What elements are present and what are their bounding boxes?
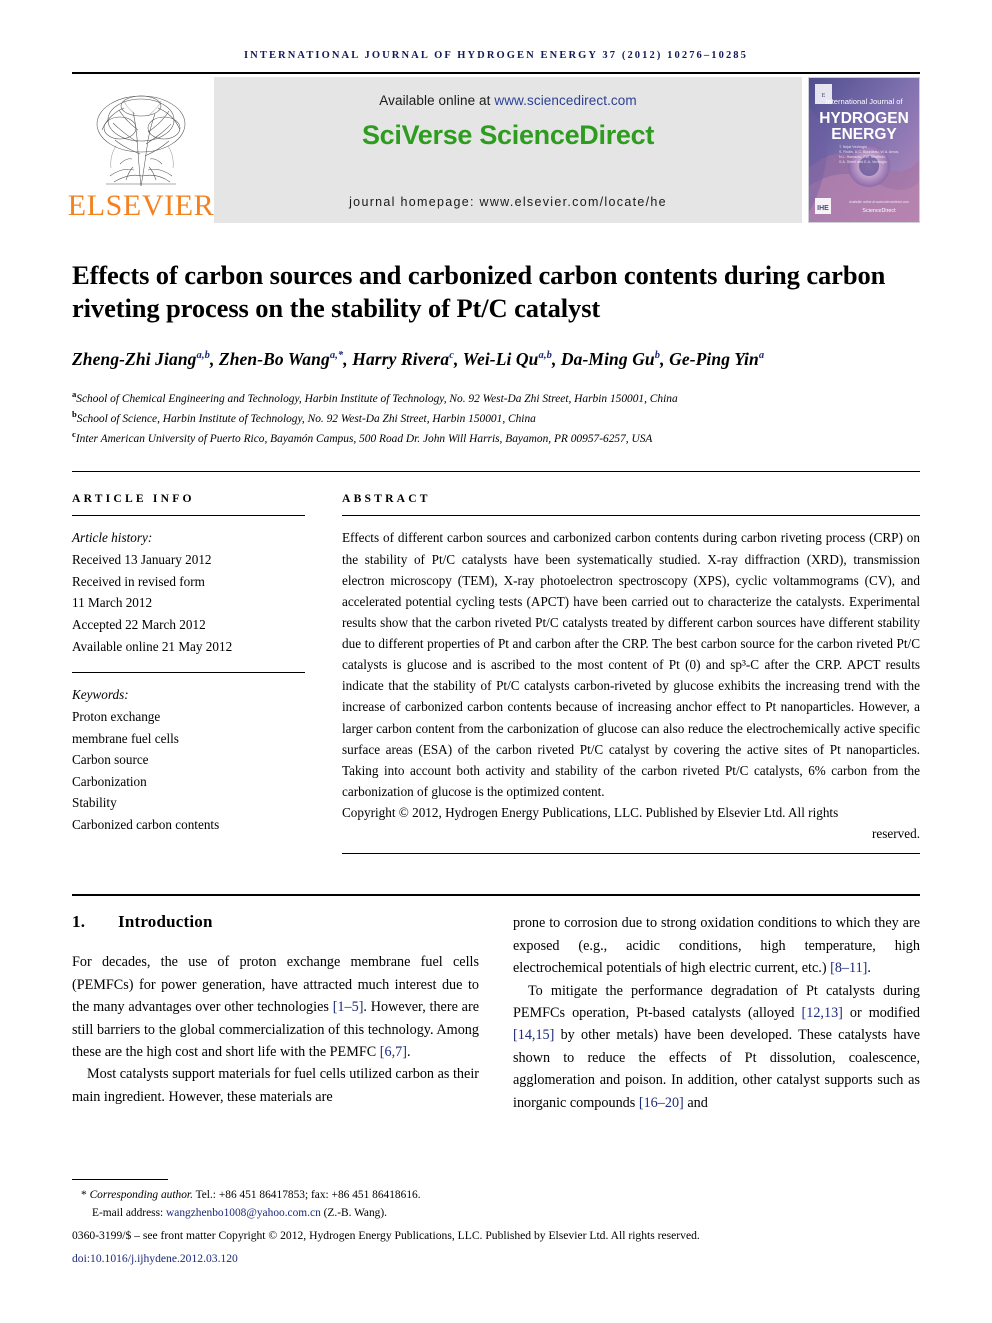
sciencedirect-banner: Available online at www.sciencedirect.co… bbox=[214, 77, 802, 223]
history-item: 11 March 2012 bbox=[72, 595, 153, 611]
doi-value[interactable]: 10.1016/j.ijhydene.2012.03.120 bbox=[90, 1252, 238, 1265]
footnote-rule bbox=[72, 1178, 168, 1180]
abstract-heading-rule bbox=[342, 515, 920, 517]
elsevier-logo: ELSEVIER bbox=[68, 77, 214, 223]
issn-copyright-line: 0360-3199/$ – see front matter Copyright… bbox=[72, 1229, 700, 1243]
citation-ref[interactable]: [6,7] bbox=[380, 1044, 407, 1060]
abstract-text: Effects of different carbon sources and … bbox=[342, 530, 920, 799]
article-info-heading-rule bbox=[72, 515, 305, 517]
copyright-main: Copyright © 2012, Hydrogen Energy Public… bbox=[342, 805, 839, 821]
doi-line: doi:10.1016/j.ijhydene.2012.03.120 bbox=[72, 1250, 920, 1267]
journal-cover-image: E International Journal of HYDROGEN ENER… bbox=[808, 77, 920, 223]
running-head: International Journal of Hydrogen Energy… bbox=[243, 50, 749, 61]
abstract-column: Abstract Effects of different carbon sou… bbox=[342, 492, 920, 855]
body-columns: 1. Introduction For decades, the use of … bbox=[72, 912, 920, 1114]
body-top-divider bbox=[72, 894, 920, 897]
history-item: Received in revised form bbox=[72, 573, 205, 589]
copyright-tail: reserved. bbox=[872, 826, 920, 842]
available-online-prefix: Available online at bbox=[379, 93, 495, 108]
citation-ref[interactable]: [16–20] bbox=[639, 1095, 684, 1111]
affiliation-list: aSchool of Chemical Engineering and Tech… bbox=[72, 388, 920, 449]
info-abstract-columns: Article info Article history: Received 1… bbox=[72, 492, 920, 855]
page-footnote: * Corresponding author. Tel.: +86 451 86… bbox=[72, 1178, 920, 1267]
article-history-block: Article history: Received 13 January 201… bbox=[72, 527, 305, 657]
keywords-divider bbox=[72, 672, 305, 674]
email-label: E-mail address: bbox=[92, 1206, 167, 1219]
history-item: Available online 21 May 2012 bbox=[72, 638, 233, 654]
affiliation-item: aSchool of Chemical Engineering and Tech… bbox=[72, 388, 920, 408]
keyword-item: Carbonized carbon contents bbox=[72, 817, 220, 833]
citation-ref[interactable]: [14,15] bbox=[513, 1027, 554, 1043]
section-title: Introduction bbox=[118, 912, 213, 932]
paragraph: prone to corrosion due to strong oxidati… bbox=[513, 915, 920, 977]
corresponding-author-line: * Corresponding author. Tel.: +86 451 86… bbox=[72, 1187, 920, 1205]
abstract-end-rule bbox=[342, 853, 920, 855]
title-block-divider bbox=[72, 471, 920, 473]
doi-prefix: doi: bbox=[72, 1251, 91, 1265]
elsevier-tree-icon bbox=[96, 95, 186, 187]
citation-ref[interactable]: [1–5] bbox=[333, 999, 364, 1015]
affiliation-item: cInter American University of Puerto Ric… bbox=[72, 428, 920, 448]
svg-text:International Journal of: International Journal of bbox=[825, 97, 903, 106]
masthead: ELSEVIER Available online at www.science… bbox=[68, 77, 920, 223]
keyword-item: membrane fuel cells bbox=[72, 730, 179, 746]
keyword-item: Proton exchange bbox=[72, 708, 161, 724]
journal-cover-artwork: E International Journal of HYDROGEN ENER… bbox=[809, 78, 919, 222]
svg-text:S.A. Sherif and E.A. Veziroglu: S.A. Sherif and E.A. Veziroglu bbox=[839, 160, 887, 164]
article-info-column: Article info Article history: Received 1… bbox=[72, 492, 305, 854]
corresponding-author-contact: Tel.: +86 451 86417853; fax: +86 451 864… bbox=[192, 1188, 421, 1201]
svg-text:ScienceDirect: ScienceDirect bbox=[862, 208, 896, 214]
abstract-heading: Abstract bbox=[342, 492, 431, 506]
email-address[interactable]: wangzhenbo1008@yahoo.com.cn bbox=[166, 1207, 321, 1219]
keyword-item: Stability bbox=[72, 795, 117, 811]
paragraph: To mitigate the performance degradation … bbox=[513, 982, 920, 1111]
header-divider bbox=[72, 72, 920, 74]
section-number: 1. bbox=[72, 912, 86, 932]
keywords-block: Keywords: Proton exchange membrane fuel … bbox=[72, 684, 305, 835]
svg-text:T. Nejat Veziroglu: T. Nejat Veziroglu bbox=[839, 145, 867, 149]
body-left-column: 1. Introduction For decades, the use of … bbox=[72, 912, 479, 1114]
svg-text:S. Rodin, D.C. Bourdeau, W.A.: S. Rodin, D.C. Bourdeau, W.A. Amos, bbox=[839, 150, 899, 154]
email-line: E-mail address: wangzhenbo1008@yahoo.com… bbox=[72, 1205, 920, 1223]
elsevier-wordmark: ELSEVIER bbox=[67, 189, 215, 222]
keyword-item: Carbonization bbox=[72, 773, 147, 789]
history-item: Accepted 22 March 2012 bbox=[72, 616, 206, 632]
affiliation-text: School of Science, Harbin Institute of T… bbox=[76, 412, 536, 425]
abstract-copyright: Copyright © 2012, Hydrogen Energy Public… bbox=[342, 802, 920, 844]
article-page: International Journal of Hydrogen Energy… bbox=[0, 0, 992, 1323]
paragraph: For decades, the use of proton exchange … bbox=[72, 954, 479, 1061]
paragraph: Most catalysts support materials for fue… bbox=[72, 1066, 479, 1105]
available-online-line: Available online at www.sciencedirect.co… bbox=[379, 93, 637, 108]
journal-homepage-line[interactable]: journal homepage: www.elsevier.com/locat… bbox=[214, 195, 802, 209]
svg-text:IHE: IHE bbox=[817, 205, 829, 212]
citation-ref[interactable]: [8–11] bbox=[830, 960, 867, 976]
body-column-gap bbox=[479, 912, 513, 1114]
asterisk-icon: * bbox=[81, 1188, 87, 1201]
corresponding-author-label: Corresponding author. bbox=[89, 1188, 193, 1201]
email-suffix: (Z.-B. Wang). bbox=[320, 1206, 388, 1219]
article-history-label: Article history: bbox=[72, 530, 153, 546]
keywords-label: Keywords: bbox=[72, 687, 129, 703]
keyword-item: Carbon source bbox=[72, 752, 149, 768]
history-item: Received 13 January 2012 bbox=[72, 552, 212, 568]
article-title: Effects of carbon sources and carbonized… bbox=[72, 260, 886, 324]
sciencedirect-url[interactable]: www.sciencedirect.com bbox=[494, 93, 636, 108]
svg-text:HYDROGEN: HYDROGEN bbox=[819, 110, 909, 127]
column-gap bbox=[305, 492, 342, 854]
svg-text:ENERGY: ENERGY bbox=[831, 126, 897, 143]
affiliation-text: School of Chemical Engineering and Techn… bbox=[76, 392, 678, 405]
author-list: Zheng-Zhi Jianga,b, Zhen-Bo Wanga,*, Har… bbox=[72, 349, 765, 370]
svg-text:Available online at www.scienc: Available online at www.sciencedirect.co… bbox=[849, 200, 909, 204]
article-info-heading: Article info bbox=[72, 492, 195, 506]
citation-ref[interactable]: [12,13] bbox=[802, 1005, 843, 1021]
affiliation-text: Inter American University of Puerto Rico… bbox=[75, 432, 653, 445]
body-right-column: prone to corrosion due to strong oxidati… bbox=[513, 912, 920, 1114]
sciverse-sciencedirect-logo: SciVerse ScienceDirect bbox=[361, 120, 655, 150]
svg-text:N.L. Hamachi, J.W. Sheffield,: N.L. Hamachi, J.W. Sheffield, bbox=[839, 155, 886, 159]
affiliation-item: bSchool of Science, Harbin Institute of … bbox=[72, 408, 920, 428]
section-heading: 1. Introduction bbox=[72, 912, 479, 932]
